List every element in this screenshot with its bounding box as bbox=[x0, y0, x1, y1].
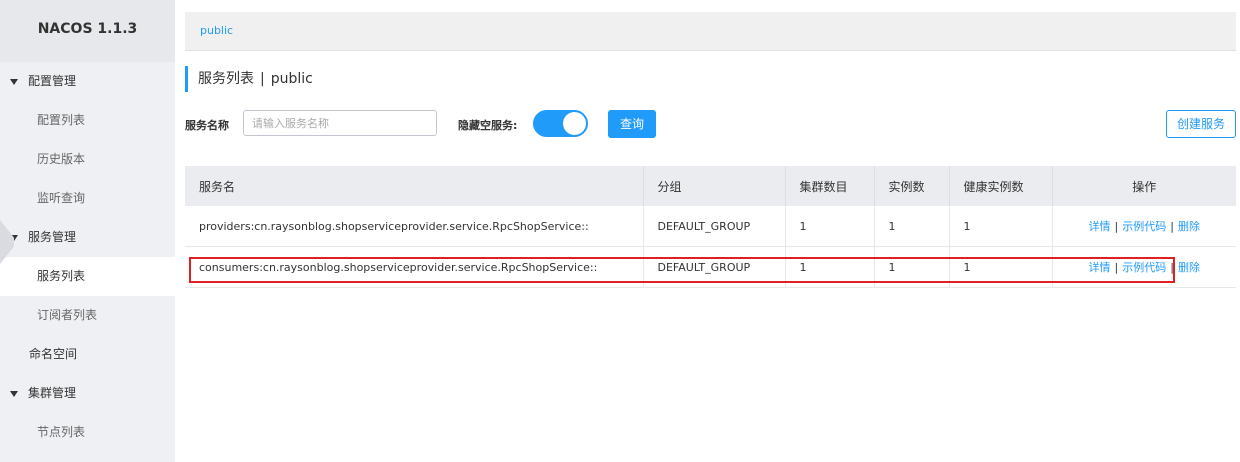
nav-item-namespace[interactable]: 命名空间 bbox=[0, 335, 175, 374]
cell-ops: 详情 | 示例代码 | 删除 bbox=[1052, 246, 1236, 288]
sidebar: NACOS 1.1.3 配置管理 配置列表 历史版本 监听查询 服务管理 服务列… bbox=[0, 0, 175, 462]
main-content: public 服务列表 | public 服务名称 隐藏空服务: 查询 创建服务 服… bbox=[185, 0, 1236, 462]
delete-link[interactable]: 删除 bbox=[1178, 220, 1200, 233]
brand-title: NACOS 1.1.3 bbox=[0, 0, 175, 62]
delete-link[interactable]: 删除 bbox=[1178, 261, 1200, 274]
nav-item-subscribers[interactable]: 订阅者列表 bbox=[0, 296, 175, 335]
title-separator: | bbox=[260, 71, 265, 87]
op-separator: | bbox=[1114, 220, 1119, 233]
caret-down-icon bbox=[10, 390, 18, 397]
toggle-knob bbox=[563, 112, 586, 135]
table-header-row: 服务名 分组 集群数目 实例数 健康实例数 操作 bbox=[185, 166, 1236, 206]
cell-instances: 1 bbox=[874, 246, 950, 288]
service-name-label: 服务名称 bbox=[185, 119, 229, 132]
nav-group-label: 集群管理 bbox=[28, 386, 77, 400]
page-title: 服务列表 | public bbox=[185, 66, 313, 92]
op-separator: | bbox=[1170, 220, 1174, 233]
service-name-input[interactable] bbox=[243, 110, 437, 136]
cell-healthy: 1 bbox=[949, 206, 1053, 247]
cell-service-name: providers:cn.raysonblog.shopserviceprovi… bbox=[185, 206, 644, 247]
create-service-button[interactable]: 创建服务 bbox=[1166, 110, 1236, 138]
table-row: providers:cn.raysonblog.shopserviceprovi… bbox=[185, 206, 1236, 247]
sample-code-link[interactable]: 示例代码 bbox=[1122, 261, 1166, 274]
nav-item-history[interactable]: 历史版本 bbox=[0, 140, 175, 179]
cell-service-name: consumers:cn.raysonblog.shopserviceprovi… bbox=[185, 246, 644, 288]
hide-empty-label: 隐藏空服务: bbox=[458, 119, 518, 132]
nav-group-cluster[interactable]: 集群管理 bbox=[0, 374, 175, 413]
col-ops: 操作 bbox=[1052, 166, 1236, 206]
detail-link[interactable]: 详情 bbox=[1089, 261, 1111, 274]
nav-item-nodes[interactable]: 节点列表 bbox=[0, 413, 175, 452]
service-table: 服务名 分组 集群数目 实例数 健康实例数 操作 providers:cn.ra… bbox=[185, 166, 1236, 288]
nav-group-label: 服务管理 bbox=[28, 230, 77, 244]
cell-healthy: 1 bbox=[949, 246, 1053, 288]
cell-ops: 详情 | 示例代码 | 删除 bbox=[1052, 206, 1236, 247]
op-separator: | bbox=[1114, 261, 1119, 274]
cell-clusters: 1 bbox=[785, 206, 875, 247]
filter-bar: 服务名称 隐藏空服务: 查询 创建服务 bbox=[185, 110, 1236, 138]
col-group: 分组 bbox=[643, 166, 786, 206]
detail-link[interactable]: 详情 bbox=[1089, 220, 1111, 233]
col-clusters: 集群数目 bbox=[785, 166, 875, 206]
cell-instances: 1 bbox=[874, 206, 950, 247]
col-instances: 实例数 bbox=[874, 166, 950, 206]
hide-empty-toggle[interactable] bbox=[533, 110, 588, 137]
table-row: consumers:cn.raysonblog.shopserviceprovi… bbox=[185, 246, 1236, 288]
query-button[interactable]: 查询 bbox=[608, 110, 656, 138]
cell-group: DEFAULT_GROUP bbox=[643, 206, 786, 247]
nav-group-label: 配置管理 bbox=[28, 74, 77, 88]
nav-item-listener[interactable]: 监听查询 bbox=[0, 179, 175, 218]
nav-item-service-list[interactable]: 服务列表 bbox=[0, 257, 175, 296]
nav-item-config-list[interactable]: 配置列表 bbox=[0, 101, 175, 140]
nav-group-service[interactable]: 服务管理 bbox=[0, 218, 175, 257]
namespace-bar: public bbox=[185, 12, 1236, 51]
sample-code-link[interactable]: 示例代码 bbox=[1122, 220, 1166, 233]
page-title-text: 服务列表 bbox=[198, 71, 254, 87]
op-separator: | bbox=[1170, 261, 1174, 274]
cell-clusters: 1 bbox=[785, 246, 875, 288]
namespace-link[interactable]: public bbox=[200, 24, 233, 37]
cell-group: DEFAULT_GROUP bbox=[643, 246, 786, 288]
col-service-name: 服务名 bbox=[185, 166, 644, 206]
col-healthy: 健康实例数 bbox=[949, 166, 1053, 206]
caret-down-icon bbox=[10, 78, 18, 85]
nav-group-config[interactable]: 配置管理 bbox=[0, 62, 175, 101]
page-title-namespace: public bbox=[270, 71, 313, 87]
